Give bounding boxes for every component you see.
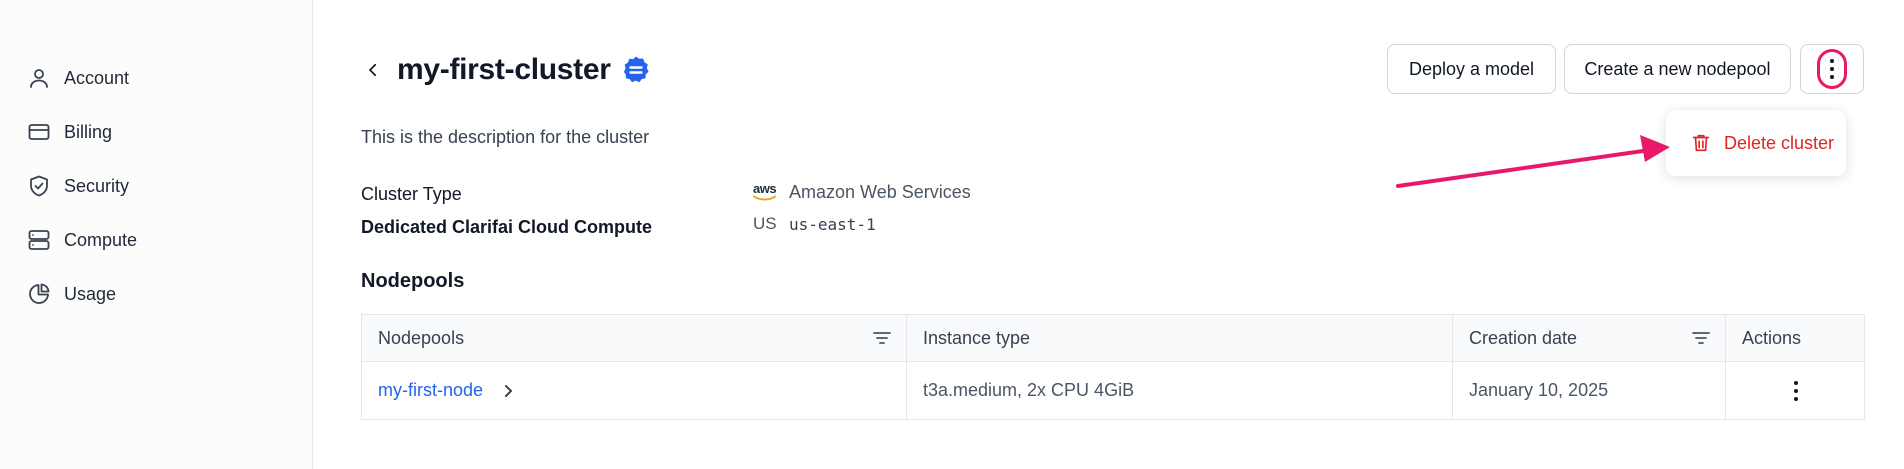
sidebar-item-billing[interactable]: Billing bbox=[26, 117, 112, 147]
sidebar-item-compute[interactable]: Compute bbox=[26, 225, 137, 255]
sidebar-item-usage[interactable]: Usage bbox=[26, 279, 116, 309]
chevron-left-icon bbox=[369, 63, 377, 77]
back-button[interactable] bbox=[361, 58, 385, 82]
deploy-model-button[interactable]: Deploy a model bbox=[1387, 44, 1556, 94]
sidebar-item-security[interactable]: Security bbox=[26, 171, 129, 201]
server-icon bbox=[26, 227, 52, 253]
verified-badge-icon bbox=[623, 56, 649, 83]
region-name: us-east-1 bbox=[789, 214, 876, 234]
column-header-creation-date[interactable]: Creation date bbox=[1453, 315, 1726, 361]
sidebar: Account Billing Security Compute Usage bbox=[0, 0, 313, 469]
table-header: Nodepools Instance type Creation date Ac… bbox=[362, 315, 1864, 362]
table-row: my-first-node t3a.medium, 2x CPU 4GiB Ja… bbox=[362, 362, 1864, 419]
cloud-provider-name: Amazon Web Services bbox=[789, 182, 971, 202]
sidebar-item-account[interactable]: Account bbox=[26, 63, 129, 93]
cluster-type-label: Cluster Type bbox=[361, 184, 462, 204]
credit-card-icon bbox=[26, 119, 52, 145]
nodepool-name-cell: my-first-node bbox=[362, 362, 907, 419]
sidebar-item-label: Billing bbox=[64, 121, 113, 142]
aws-logo: aws bbox=[753, 182, 779, 202]
delete-cluster-label: Delete cluster bbox=[1724, 132, 1835, 153]
column-header-nodepools[interactable]: Nodepools bbox=[362, 315, 907, 361]
actions-cell bbox=[1726, 362, 1866, 419]
highlight-ring bbox=[1817, 49, 1847, 89]
filter-icon[interactable] bbox=[1691, 330, 1711, 346]
title-row: my-first-cluster bbox=[361, 48, 651, 92]
pie-chart-icon bbox=[26, 281, 52, 307]
column-header-actions: Actions bbox=[1742, 327, 1802, 348]
vertical-dots-icon bbox=[1794, 380, 1798, 401]
user-icon bbox=[26, 65, 52, 91]
sidebar-item-label: Compute bbox=[64, 229, 138, 250]
shield-check-icon bbox=[26, 173, 52, 199]
compute-type-label: Dedicated Clarifai Cloud Compute bbox=[361, 217, 653, 237]
page-title: my-first-cluster bbox=[397, 53, 611, 86]
filter-icon[interactable] bbox=[872, 330, 892, 346]
sidebar-item-label: Security bbox=[64, 175, 130, 196]
region-value: US us-east-1 bbox=[753, 214, 876, 234]
cluster-description: This is the description for the cluster bbox=[361, 127, 650, 147]
row-actions-button[interactable] bbox=[1794, 380, 1798, 401]
nodepools-section-title: Nodepools bbox=[361, 270, 465, 292]
sidebar-item-label: Account bbox=[64, 67, 130, 88]
instance-type-cell: t3a.medium, 2x CPU 4GiB bbox=[907, 362, 1453, 419]
delete-cluster-menu-item[interactable]: Delete cluster bbox=[1666, 110, 1846, 176]
nodepools-table: Nodepools Instance type Creation date Ac… bbox=[361, 314, 1865, 420]
more-options-button[interactable] bbox=[1800, 44, 1864, 94]
vertical-dots-icon bbox=[1830, 59, 1834, 79]
column-header-instance-type: Instance type bbox=[907, 315, 1453, 361]
sidebar-item-label: Usage bbox=[64, 283, 117, 304]
main-content: my-first-cluster Deploy a model Create a… bbox=[313, 0, 1904, 469]
trash-icon bbox=[1692, 134, 1710, 152]
cluster-type-value: aws Amazon Web Services bbox=[753, 182, 971, 203]
chevron-right-icon[interactable] bbox=[501, 384, 515, 398]
create-nodepool-button[interactable]: Create a new nodepool bbox=[1564, 44, 1791, 94]
creation-date-cell: January 10, 2025 bbox=[1453, 362, 1726, 419]
region-flag: US bbox=[753, 214, 777, 233]
nodepool-link[interactable]: my-first-node bbox=[378, 380, 483, 401]
